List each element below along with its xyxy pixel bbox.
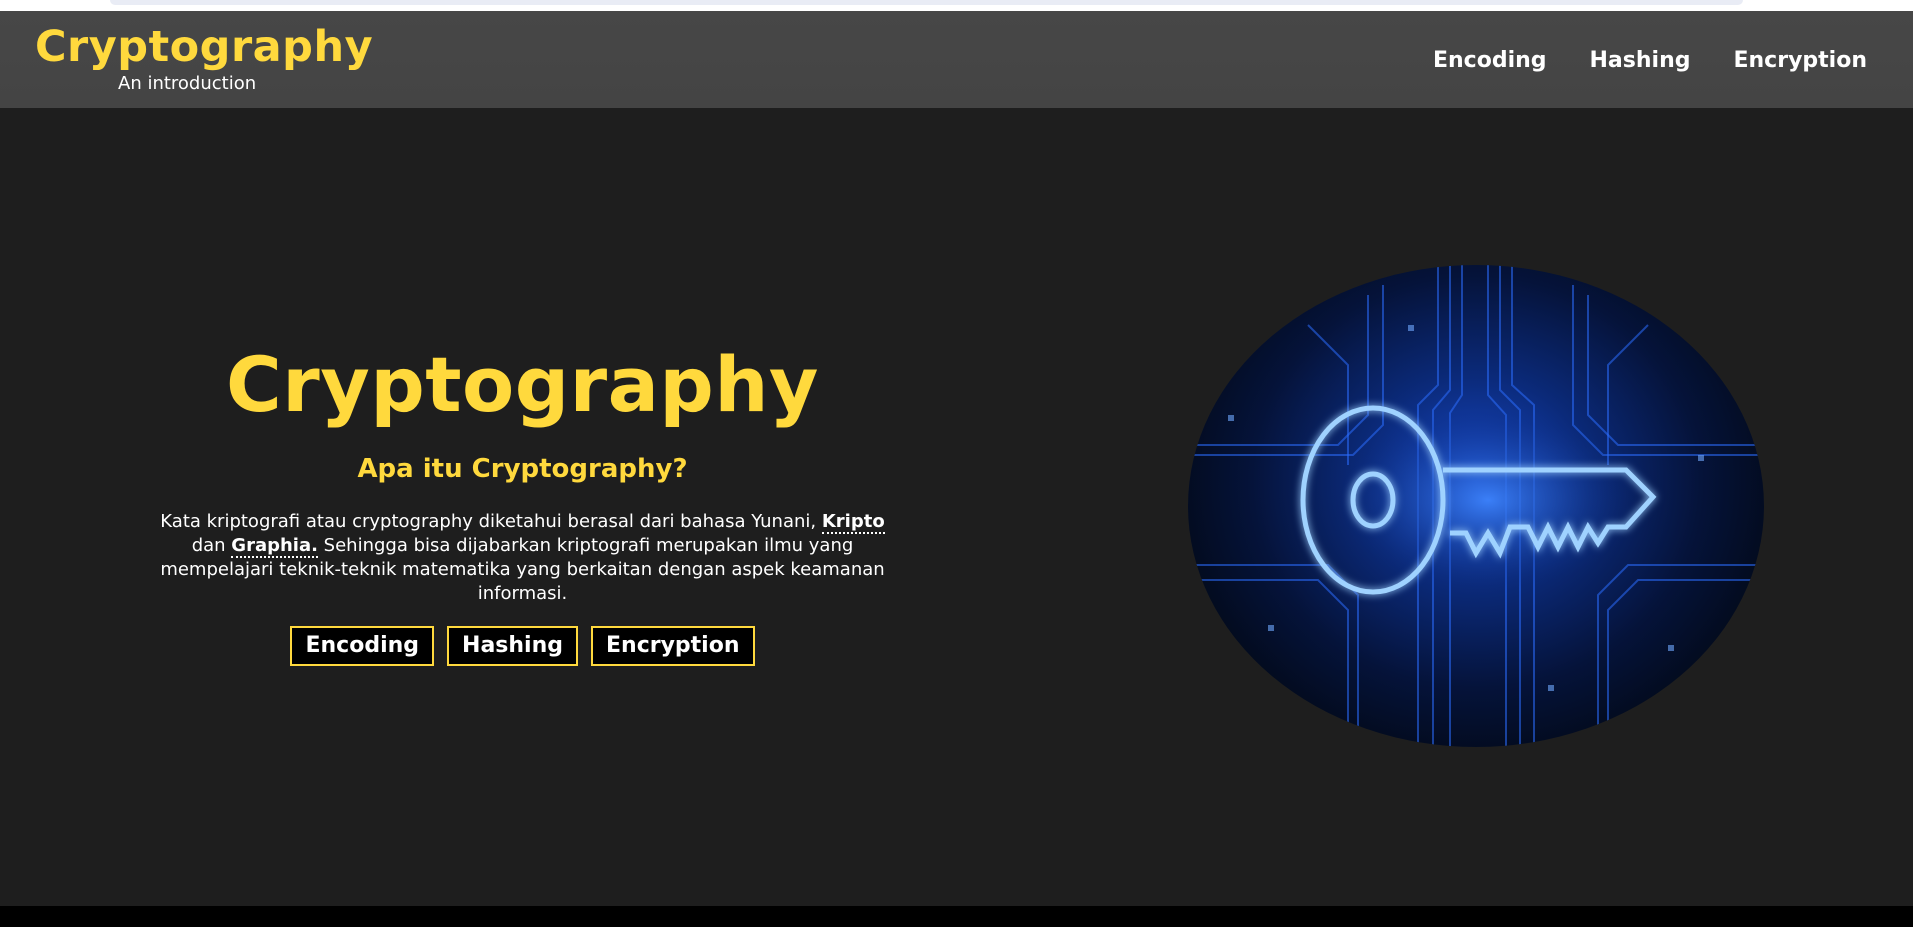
hero-title: Cryptography [226,340,819,429]
browser-tab-edge [110,0,1743,5]
encoding-button[interactable]: Encoding [290,626,435,666]
hero-description: Kata kriptografi atau cryptography diket… [150,510,895,606]
hero-text-mid: dan [191,535,232,556]
nav-link-hashing[interactable]: Hashing [1590,46,1691,76]
site-header: Cryptography An introduction Encoding Ha… [0,11,1913,108]
hero-content: Cryptography Apa itu Cryptography? Kata … [150,340,895,666]
encryption-button[interactable]: Encryption [591,626,755,666]
hashing-button[interactable]: Hashing [447,626,578,666]
main-nav: Encoding Hashing Encryption [1433,46,1867,76]
hero-subtitle: Apa itu Cryptography? [357,454,688,484]
browser-top-strip [0,0,1913,11]
digital-key-icon [1188,265,1764,747]
brand-subtitle: An introduction [118,73,257,94]
hero-text-before: Kata kriptografi atau cryptography diket… [160,511,822,532]
brand: Cryptography An introduction [35,21,373,95]
term-graphia[interactable]: Graphia. [231,535,318,558]
key-glow [1338,410,1638,590]
brand-title[interactable]: Cryptography [35,21,373,73]
term-kripto[interactable]: Kripto [821,511,885,534]
hero-buttons: Encoding Hashing Encryption [150,626,895,666]
hero-image [1188,265,1764,747]
footer-bar [0,906,1913,927]
nav-link-encoding[interactable]: Encoding [1433,46,1547,76]
nav-link-encryption[interactable]: Encryption [1733,46,1867,76]
